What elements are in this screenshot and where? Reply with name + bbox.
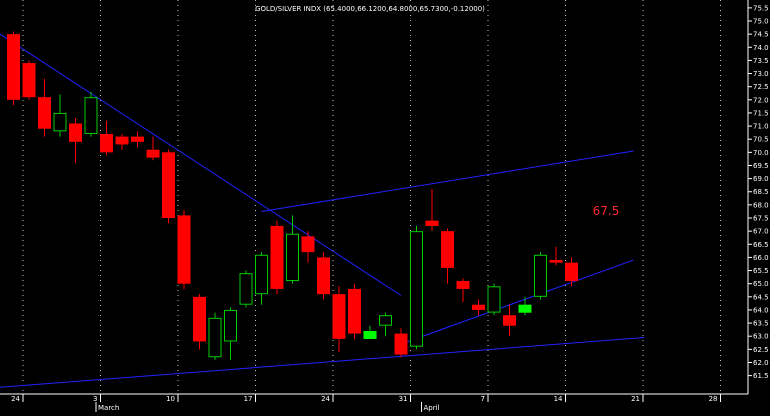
candle-body-down bbox=[332, 294, 346, 339]
y-tick-label: 70.5 bbox=[753, 136, 769, 144]
candle bbox=[22, 60, 36, 100]
x-tick-label: 24 bbox=[321, 395, 330, 403]
candle bbox=[270, 220, 284, 295]
y-tick-label: 71.5 bbox=[753, 109, 769, 117]
x-tick-label: 17 bbox=[244, 395, 253, 403]
candle-body-down bbox=[69, 123, 82, 142]
candle-body-down bbox=[348, 288, 361, 334]
y-tick-label: 63.0 bbox=[753, 333, 769, 341]
candle-body-down bbox=[565, 262, 578, 282]
x-tick-label: 21 bbox=[631, 395, 640, 403]
candle-body-up bbox=[53, 112, 67, 132]
month-label: March bbox=[98, 404, 119, 412]
y-tick-label: 68.0 bbox=[753, 201, 769, 209]
candle-body-down bbox=[177, 215, 191, 284]
y-tick-label: 69.0 bbox=[753, 175, 769, 183]
candle-body-down bbox=[131, 136, 144, 142]
y-tick-label: 64.0 bbox=[753, 306, 769, 314]
month-label: April bbox=[424, 404, 440, 412]
candle-body-down bbox=[270, 225, 284, 289]
x-tick-label: 10 bbox=[166, 395, 175, 403]
x-tick-label: 28 bbox=[709, 395, 718, 403]
candle bbox=[317, 252, 330, 300]
candle bbox=[7, 31, 20, 106]
candle-body-up bbox=[255, 254, 268, 295]
candle-body-down bbox=[441, 231, 454, 268]
y-tick-label: 73.5 bbox=[753, 57, 769, 65]
chart-svg: 24 3 10 17 24 31 7 14 21 28 March April 75.5 75.0 74.5… bbox=[0, 0, 770, 412]
candle bbox=[84, 91, 98, 137]
candle-body-down bbox=[146, 149, 160, 158]
candle-body-up bbox=[363, 330, 377, 339]
candle-body-down bbox=[472, 304, 485, 310]
candle bbox=[162, 149, 175, 224]
y-tick-label: 68.5 bbox=[753, 188, 769, 196]
candle-body-up bbox=[84, 97, 98, 134]
price-annotation: 67.5 bbox=[593, 204, 620, 218]
candle-body-down bbox=[301, 236, 315, 253]
y-tick-label: 62.0 bbox=[753, 359, 769, 367]
y-tick-label: 61.5 bbox=[753, 372, 769, 380]
stock-chart: 24 3 10 17 24 31 7 14 21 28 March April 75.5 75.0 74.5… bbox=[0, 0, 770, 412]
candle-body-down bbox=[7, 34, 20, 100]
y-tick-label: 74.5 bbox=[753, 31, 769, 39]
chart-background bbox=[0, 0, 770, 412]
y-tick-label: 71.0 bbox=[753, 123, 769, 131]
candle-body-down bbox=[394, 333, 408, 355]
y-tick-label: 65.5 bbox=[753, 267, 769, 275]
y-tick-label: 65.0 bbox=[753, 280, 769, 288]
candle-body-down bbox=[456, 281, 470, 289]
y-tick-label: 64.5 bbox=[753, 293, 769, 301]
y-tick-label: 69.5 bbox=[753, 162, 769, 170]
candle-body-down bbox=[317, 257, 330, 295]
y-tick-label: 72.5 bbox=[753, 83, 769, 91]
x-tick-label: 31 bbox=[399, 395, 408, 403]
candle-body-up bbox=[286, 233, 299, 282]
y-tick-label: 63.5 bbox=[753, 320, 769, 328]
candle bbox=[487, 283, 501, 316]
y-tick-label: 67.0 bbox=[753, 228, 769, 236]
candle-body-down bbox=[162, 152, 175, 219]
y-tick-label: 67.5 bbox=[753, 215, 769, 223]
y-tick-label: 73.0 bbox=[753, 70, 769, 78]
chart-title: GOLD/SILVER INDX (65.4000,66.1200,64.800… bbox=[255, 5, 485, 13]
candle bbox=[348, 283, 361, 339]
candle-body-up bbox=[534, 254, 547, 297]
candle-body-down bbox=[503, 315, 516, 326]
y-tick-label: 75.5 bbox=[753, 4, 769, 12]
candle-body-up bbox=[224, 309, 237, 342]
candle-body-up bbox=[487, 286, 501, 313]
y-tick-label: 72.0 bbox=[753, 96, 769, 104]
candle-body-down bbox=[425, 220, 439, 226]
y-tick-label: 74.0 bbox=[753, 44, 769, 52]
candle-body-up bbox=[208, 317, 222, 358]
candle bbox=[208, 312, 222, 360]
candle-body-up bbox=[410, 231, 423, 347]
candle bbox=[193, 294, 206, 350]
candle bbox=[177, 210, 191, 289]
y-tick-label: 75.0 bbox=[753, 18, 769, 26]
candle-body-up bbox=[518, 304, 532, 313]
y-tick-label: 66.0 bbox=[753, 254, 769, 262]
y-tick-label: 62.5 bbox=[753, 346, 769, 354]
y-tick-label: 70.0 bbox=[753, 149, 769, 157]
candle-body-up bbox=[379, 315, 392, 326]
candle-body-up bbox=[239, 273, 253, 305]
candle bbox=[410, 225, 423, 350]
x-tick-label: 7 bbox=[481, 395, 485, 403]
candle-body-down bbox=[115, 136, 129, 145]
candle-body-down bbox=[193, 296, 206, 342]
candle-body-down bbox=[100, 133, 113, 153]
candle bbox=[239, 270, 253, 308]
y-tick-label: 66.5 bbox=[753, 241, 769, 249]
candle-body-down bbox=[22, 63, 36, 98]
x-tick-label: 24 bbox=[11, 395, 20, 403]
x-tick-label: 3 bbox=[93, 395, 97, 403]
candle bbox=[534, 252, 547, 300]
x-tick-label: 14 bbox=[554, 395, 563, 403]
candle-body-down bbox=[38, 97, 51, 129]
candle-body-down bbox=[549, 260, 563, 263]
